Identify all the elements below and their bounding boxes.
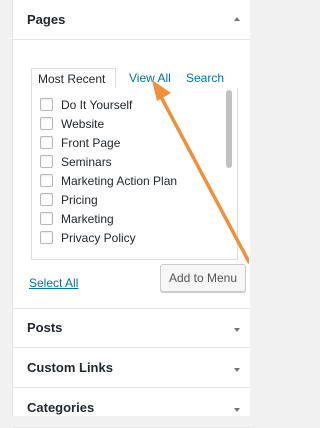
list-item[interactable]: Pricing bbox=[40, 191, 98, 209]
expand-arrow-icon[interactable] bbox=[234, 328, 240, 332]
posts-section-header[interactable]: Posts bbox=[13, 308, 250, 348]
collapse-arrow-icon[interactable] bbox=[234, 17, 240, 21]
checkbox[interactable] bbox=[40, 231, 53, 244]
menu-items-panel: Pages Most Recent View All Search Do It … bbox=[12, 0, 250, 428]
checkbox[interactable] bbox=[40, 193, 53, 206]
checkbox[interactable] bbox=[40, 117, 53, 130]
list-item[interactable]: Seminars bbox=[40, 153, 112, 171]
checkbox[interactable] bbox=[40, 136, 53, 149]
pages-tabs: Most Recent View All Search Do It Yourse… bbox=[31, 68, 238, 260]
checkbox[interactable] bbox=[40, 155, 53, 168]
list-item[interactable]: Privacy Policy bbox=[40, 229, 136, 247]
pages-section-header[interactable]: Pages bbox=[13, 0, 250, 40]
categories-section-header[interactable]: Categories bbox=[13, 388, 250, 428]
tab-view-all[interactable]: View All bbox=[129, 68, 171, 88]
pages-checklist: Do It Yourself Website Front Page Semina… bbox=[31, 88, 238, 260]
tab-most-recent[interactable]: Most Recent bbox=[31, 68, 116, 89]
list-item[interactable]: Marketing Action Plan bbox=[40, 172, 177, 190]
expand-arrow-icon[interactable] bbox=[234, 368, 240, 372]
pages-section-title: Pages bbox=[27, 12, 66, 27]
list-item[interactable]: Website bbox=[40, 115, 104, 133]
custom-links-section-title: Custom Links bbox=[27, 360, 113, 375]
checkbox[interactable] bbox=[40, 98, 53, 111]
add-to-menu-button[interactable]: Add to Menu bbox=[160, 264, 246, 292]
list-item[interactable]: Front Page bbox=[40, 134, 120, 152]
select-all-link[interactable]: Select All bbox=[29, 276, 78, 290]
list-item[interactable]: Do It Yourself bbox=[40, 96, 132, 114]
checkbox[interactable] bbox=[40, 174, 53, 187]
expand-arrow-icon[interactable] bbox=[234, 408, 240, 412]
tab-search[interactable]: Search bbox=[186, 68, 224, 88]
list-scrollbar[interactable] bbox=[226, 90, 232, 168]
checkbox[interactable] bbox=[40, 212, 53, 225]
posts-section-title: Posts bbox=[27, 320, 63, 335]
categories-section-title: Categories bbox=[27, 400, 95, 415]
list-item[interactable]: Marketing bbox=[40, 210, 114, 228]
custom-links-section-header[interactable]: Custom Links bbox=[13, 348, 250, 388]
